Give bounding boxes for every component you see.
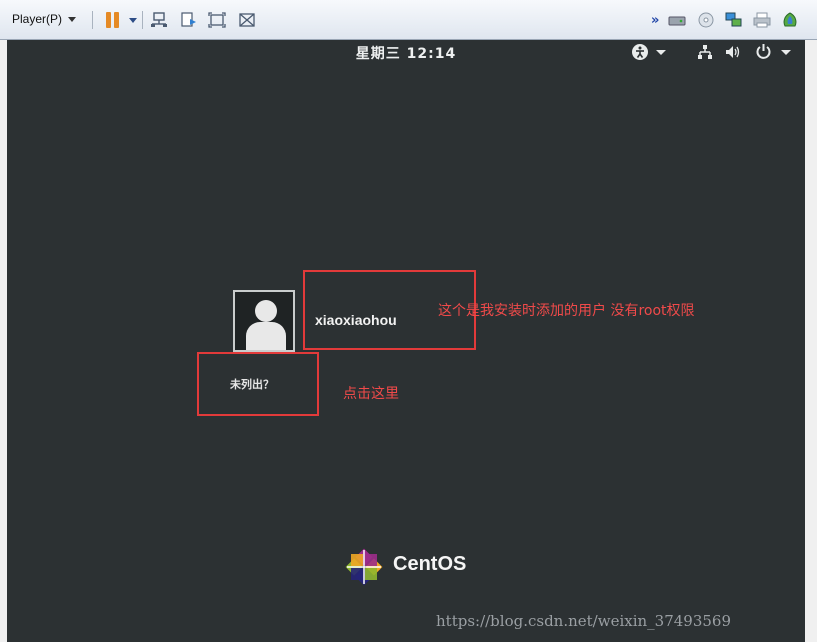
pause-icon-bar (114, 12, 119, 28)
vmware-toolbar: Player(P) » (0, 0, 817, 40)
sound-card-icon (783, 12, 797, 27)
host-window-border (805, 40, 817, 642)
toolbar-separator (142, 11, 143, 29)
annotation-click-note: 点击这里 (343, 386, 399, 402)
chevron-down-icon[interactable] (781, 50, 791, 55)
toolbar-separator (92, 11, 93, 29)
pause-dropdown-caret[interactable] (129, 18, 137, 23)
centos-logo-text: CentOS (393, 553, 467, 575)
sound-card-button[interactable] (781, 12, 799, 28)
network-computer-icon (151, 12, 167, 27)
cd-rom-button[interactable] (697, 12, 715, 28)
send-ctrl-alt-del-button[interactable] (150, 12, 168, 28)
chevron-down-icon[interactable] (656, 50, 666, 55)
watermark: https://blog.csdn.net/weixin_37493569 (436, 612, 732, 630)
avatar[interactable] (233, 290, 295, 352)
no-display-icon (239, 13, 255, 27)
centos-logo-icon (343, 546, 385, 588)
printer-icon (753, 12, 771, 28)
hard-disk-button[interactable] (668, 12, 686, 28)
unity-button[interactable] (180, 12, 198, 28)
user-icon-body (246, 322, 286, 350)
pause-button[interactable] (105, 12, 123, 28)
chevron-down-icon (68, 17, 77, 23)
annotation-user-note: 这个是我安装时添加的用户 没有root权限 (438, 303, 695, 319)
document-arrow-icon (181, 12, 196, 27)
annotation-box-not-listed (197, 352, 319, 416)
volume-icon[interactable] (725, 44, 741, 64)
fullscreen-button[interactable] (208, 12, 226, 28)
pause-icon (106, 12, 111, 28)
fullscreen-icon (208, 12, 226, 28)
user-icon (255, 300, 277, 322)
cd-icon (698, 12, 714, 28)
hard-disk-icon (668, 16, 686, 26)
accessibility-icon[interactable] (631, 43, 649, 65)
network-adapter-icon (725, 12, 742, 27)
host-window-border (0, 40, 7, 642)
double-chevron-right-icon[interactable]: » (651, 13, 659, 28)
network-icon[interactable] (697, 44, 713, 64)
disconnect-button[interactable] (238, 12, 256, 28)
printer-button[interactable] (753, 12, 771, 28)
clock[interactable]: 星期三 12:14 (7, 43, 805, 63)
player-menu[interactable]: Player(P) (12, 12, 77, 26)
network-adapter-button[interactable] (725, 12, 743, 28)
gnome-top-bar: 星期三 12:14 (7, 40, 805, 66)
power-icon[interactable] (755, 43, 772, 64)
